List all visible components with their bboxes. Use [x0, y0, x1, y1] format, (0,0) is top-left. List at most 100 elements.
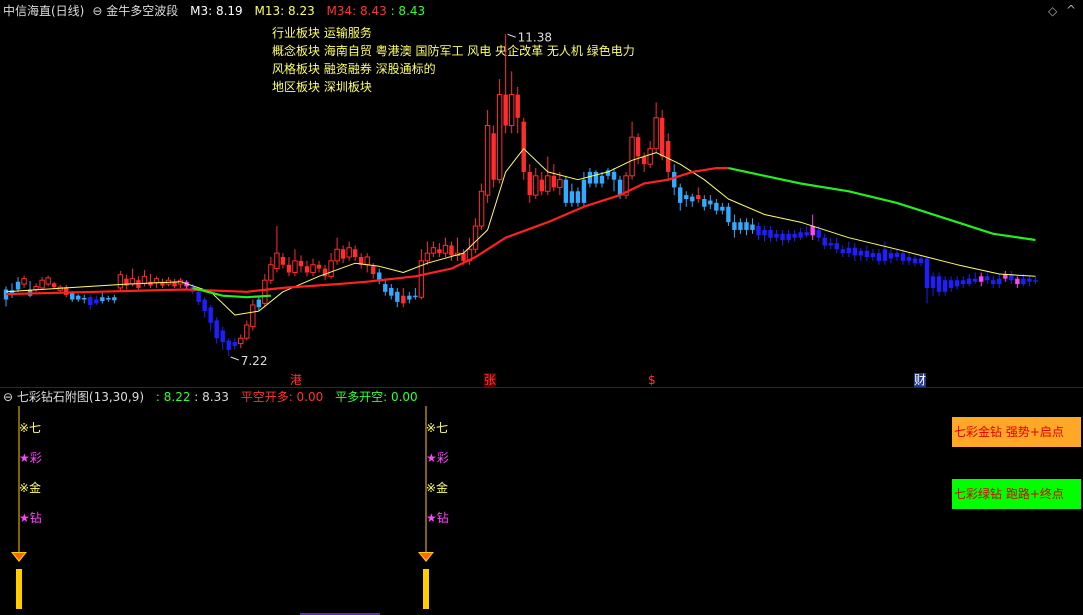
candle-body	[690, 196, 695, 202]
candle-body	[666, 141, 671, 172]
candle-body	[364, 256, 370, 266]
candle-body	[389, 287, 394, 296]
candlestick-chart[interactable]: 11.38 7.22	[0, 0, 1083, 388]
candle-body	[617, 179, 623, 196]
candle-body	[575, 191, 581, 203]
candle-body	[413, 295, 418, 298]
candle-body	[33, 285, 39, 290]
candle-body	[798, 232, 803, 238]
candle-body	[484, 125, 491, 196]
candle-body	[117, 274, 124, 289]
candle-body	[352, 249, 358, 257]
candle-body	[208, 307, 213, 323]
marker-qi-2: ※七	[426, 421, 449, 435]
candle-body	[424, 252, 431, 262]
candle-body	[45, 277, 51, 285]
candle-body	[629, 136, 635, 177]
candle-body	[442, 244, 449, 254]
candle-body	[496, 94, 503, 181]
candle-body	[478, 190, 485, 227]
marker-jin-2: ※金	[426, 481, 449, 495]
candle-body	[780, 233, 785, 240]
candle-body	[15, 281, 21, 290]
candle-body	[991, 280, 996, 285]
candle-body	[430, 247, 437, 254]
candle-body	[280, 257, 286, 265]
candle-body	[954, 280, 960, 287]
candle-body	[930, 276, 936, 288]
candle-body	[894, 253, 900, 257]
candle-body	[918, 258, 924, 264]
candle-body	[196, 291, 201, 302]
low-pointer	[230, 356, 239, 361]
candle-body	[328, 260, 334, 277]
candle-body	[641, 156, 647, 165]
candle-body	[840, 249, 845, 254]
candle-body	[515, 94, 520, 118]
signal-bar	[16, 569, 22, 609]
candle-body	[112, 297, 117, 301]
marker-zuan-2: ★钻	[426, 511, 449, 525]
event-marker-dollar[interactable]: $	[648, 373, 656, 387]
candle-body	[653, 117, 659, 150]
candle-body	[371, 266, 376, 275]
candle-body	[876, 253, 882, 261]
candle-body	[141, 275, 148, 284]
candle-body	[472, 225, 479, 250]
event-marker-finance[interactable]: 财	[914, 373, 927, 387]
candle-body	[461, 253, 466, 261]
candle-body	[551, 175, 557, 188]
candle-body	[449, 245, 454, 256]
candle-body	[696, 195, 701, 199]
candle-body	[774, 233, 779, 238]
candle-body	[834, 243, 839, 250]
candle-body	[997, 278, 1002, 285]
candle-body	[979, 276, 984, 282]
candle-body	[88, 297, 93, 305]
candle-body	[720, 206, 725, 211]
candle-body	[508, 94, 515, 127]
candle-body	[708, 200, 713, 205]
candle-body	[491, 133, 496, 180]
candle-body	[129, 278, 136, 285]
candle-body	[250, 304, 256, 328]
candle-body	[672, 171, 677, 188]
sub-indicator-chart[interactable]	[0, 388, 1083, 615]
candle-body	[647, 148, 653, 165]
candle-body	[587, 171, 593, 184]
candle-body	[1021, 278, 1026, 285]
stock-chart-window: 中信海直(日线) ⊖ 金牛多空波段 M3: 8.19 M13: 8.23 M34:…	[0, 0, 1083, 615]
candle-body	[533, 175, 539, 196]
candle-body	[1027, 278, 1032, 282]
candle-body	[401, 295, 406, 304]
candle-body	[888, 253, 894, 259]
candle-body	[738, 222, 743, 230]
event-marker-rise[interactable]: 张	[484, 373, 497, 387]
candle-body	[846, 247, 851, 254]
candle-body	[298, 260, 304, 267]
candle-body	[569, 191, 575, 203]
candle-body	[744, 222, 749, 230]
marker-cai-2: ★彩	[426, 451, 449, 465]
candle-body	[286, 264, 292, 273]
signal-bar	[423, 569, 429, 609]
candle-body	[948, 280, 954, 288]
candle-body	[678, 187, 683, 203]
candle-body	[732, 222, 737, 230]
candle-body	[377, 272, 382, 281]
candle-body	[407, 295, 412, 300]
candle-body	[238, 337, 244, 345]
candle-body	[262, 279, 268, 304]
candle-body	[768, 229, 773, 238]
candle-body	[256, 299, 262, 308]
candle-body	[750, 224, 755, 230]
candle-body	[960, 280, 966, 285]
candle-body	[563, 179, 569, 203]
low-price-label: 7.22	[241, 354, 268, 368]
candle-body	[822, 237, 827, 246]
candle-body	[942, 280, 948, 292]
candle-body	[268, 264, 274, 281]
candle-body	[635, 137, 641, 157]
candle-body	[756, 226, 761, 236]
event-marker-hk[interactable]: 港	[290, 373, 302, 387]
